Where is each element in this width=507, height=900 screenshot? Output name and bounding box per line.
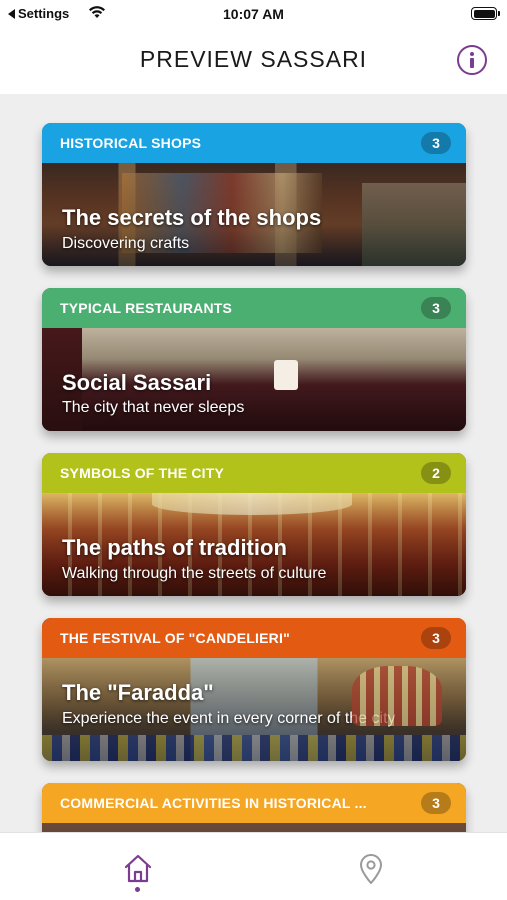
card-title: The secrets of the shops [62, 205, 322, 230]
category-list[interactable]: HISTORICAL SHOPS 3 The secrets of the sh… [0, 94, 507, 832]
card-image: The paths of tradition Walking through t… [42, 493, 466, 596]
card-header: HISTORICAL SHOPS 3 [42, 123, 466, 163]
card-header: COMMERCIAL ACTIVITIES IN HISTORICAL ... … [42, 783, 466, 823]
card-image: The secrets of the shops Discovering cra… [42, 163, 466, 266]
category-card-symbols-of-the-city[interactable]: SYMBOLS OF THE CITY 2 The paths of tradi… [42, 453, 466, 596]
card-image [42, 823, 466, 832]
card-title: Social Sassari [62, 370, 212, 395]
category-card-festival-candelieri[interactable]: THE FESTIVAL OF "CANDELIERI" 3 The "Fara… [42, 618, 466, 761]
card-count-badge: 3 [421, 132, 451, 154]
card-image: The "Faradda" Experience the event in ev… [42, 658, 466, 761]
category-card-historical-shops[interactable]: HISTORICAL SHOPS 3 The secrets of the sh… [42, 123, 466, 266]
card-category: COMMERCIAL ACTIVITIES IN HISTORICAL ... [60, 795, 367, 811]
tab-bar [0, 832, 507, 900]
card-category: HISTORICAL SHOPS [60, 135, 202, 151]
card-category: SYMBOLS OF THE CITY [60, 465, 225, 481]
status-bar: Settings 10:07 AM [0, 0, 507, 28]
category-card-commercial-activities[interactable]: COMMERCIAL ACTIVITIES IN HISTORICAL ... … [42, 783, 466, 832]
page-title: PREVIEW SASSARI [139, 46, 368, 72]
home-icon [124, 854, 152, 883]
card-subtitle: Discovering crafts [62, 235, 190, 252]
card-category: THE FESTIVAL OF "CANDELIERI" [60, 630, 290, 646]
map-pin-icon [360, 854, 382, 884]
card-image: Social Sassari The city that never sleep… [42, 328, 466, 431]
status-time: 10:07 AM [223, 6, 284, 22]
card-count-badge: 2 [421, 462, 451, 484]
card-title: The paths of tradition [62, 535, 287, 560]
card-subtitle: The city that never sleeps [62, 399, 245, 416]
info-icon[interactable] [457, 45, 487, 75]
card-header: SYMBOLS OF THE CITY 2 [42, 453, 466, 493]
card-count-badge: 3 [421, 297, 451, 319]
battery-icon [471, 7, 500, 20]
selected-tab-indicator [135, 887, 140, 892]
card-title: The "Faradda" [62, 680, 214, 705]
tab-map[interactable] [351, 849, 391, 889]
card-count-badge: 3 [421, 627, 451, 649]
card-subtitle: Experience the event in every corner of … [62, 710, 396, 727]
card-count-badge: 3 [421, 792, 451, 814]
category-card-typical-restaurants[interactable]: TYPICAL RESTAURANTS 3 Social Sassari The… [42, 288, 466, 431]
card-header: THE FESTIVAL OF "CANDELIERI" 3 [42, 618, 466, 658]
card-category: TYPICAL RESTAURANTS [60, 300, 233, 316]
card-header: TYPICAL RESTAURANTS 3 [42, 288, 466, 328]
tab-home[interactable] [118, 849, 158, 889]
card-subtitle: Walking through the streets of culture [62, 565, 327, 582]
navigation-bar: PREVIEW SASSARI [0, 28, 507, 94]
